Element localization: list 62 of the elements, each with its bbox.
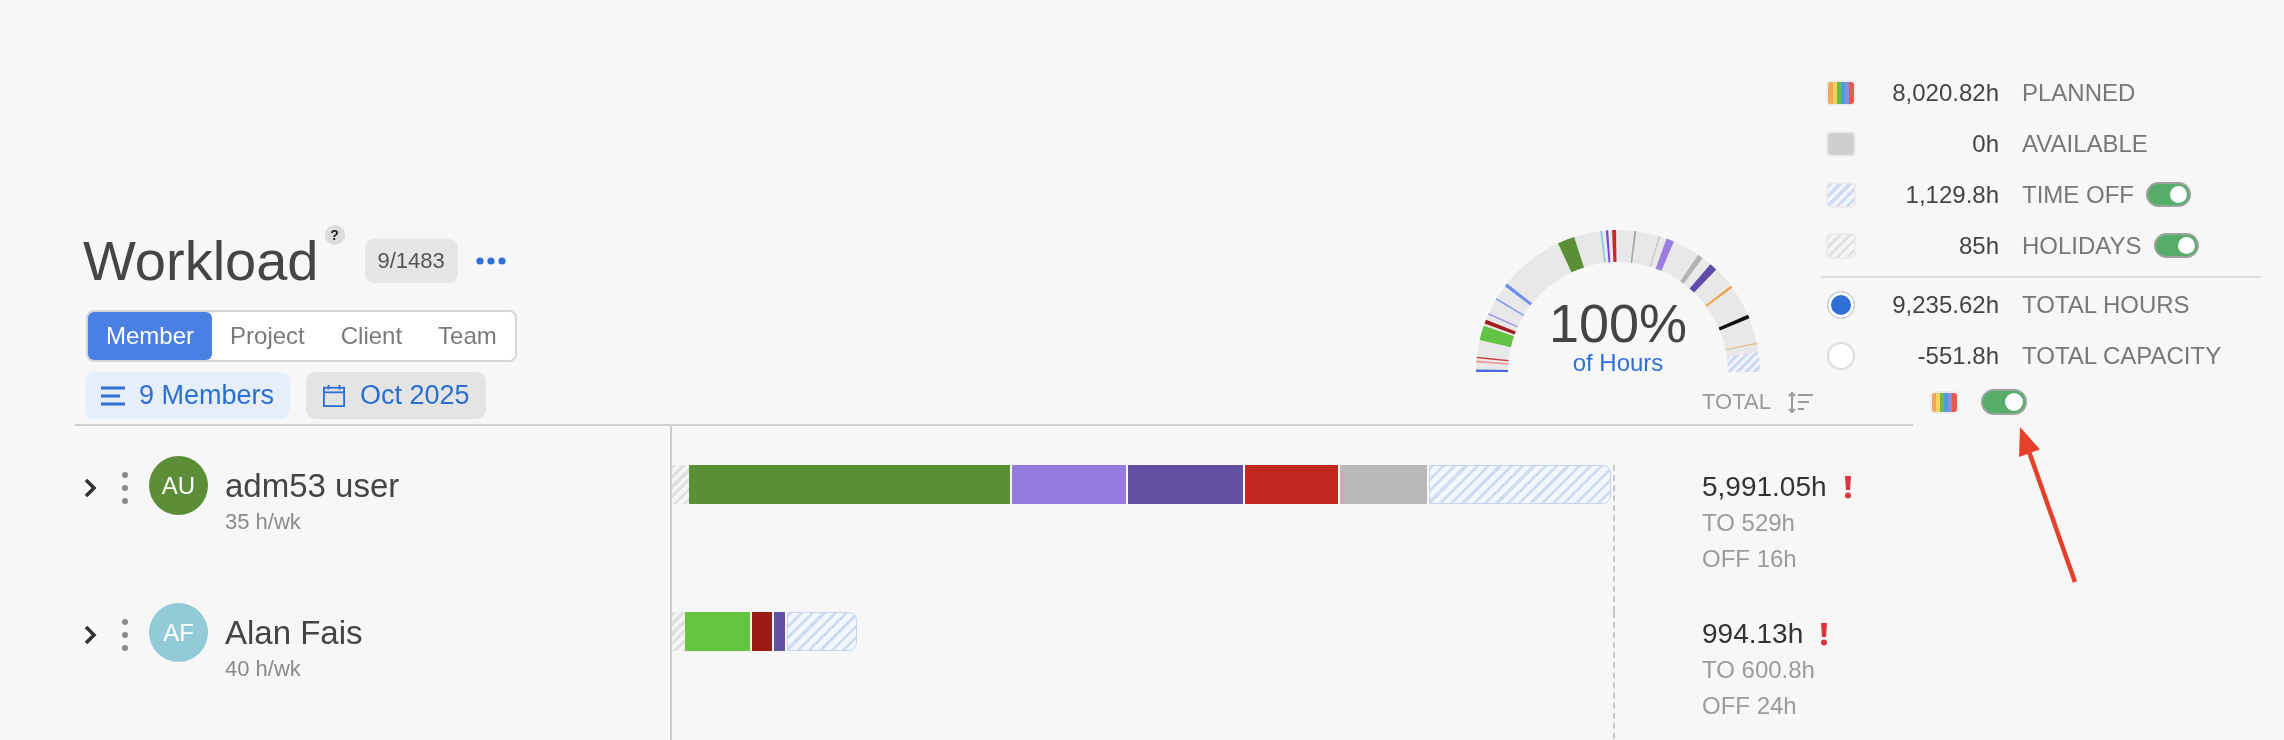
toggle-switch[interactable] [2146,182,2191,207]
hatched-swatch-icon [1826,181,1856,208]
legend-label: TIME OFF [2022,180,2134,209]
gauge-segment [1705,285,1733,307]
gauge-caption: of Hours [1572,350,1664,376]
vertical-stripes-swatch-icon [1826,79,1856,106]
gauge-segment [1558,236,1584,273]
gauge-segment [1630,230,1637,263]
chevron-right-icon[interactable] [83,478,97,498]
gauge-segment [1680,254,1703,284]
more-vertical-icon[interactable] [122,619,128,651]
vertical-stripes-swatch-icon [1930,390,1959,414]
radio-button[interactable] [1827,341,1855,370]
chevron-right-icon[interactable] [83,625,97,645]
holiday-segment [672,612,686,651]
legend-label: TOTAL HOURS [2022,290,2190,319]
toggle-switch[interactable] [1981,389,2027,415]
legend-label: AVAILABLE [2022,129,2148,158]
month-picker-button[interactable]: Oct 2025 [306,372,486,419]
weekly-capacity: 40 h/wk [225,656,301,682]
view-tab[interactable]: Member [88,312,213,360]
time-off-hours: TO 600.8h [1702,655,1815,685]
legend-label: TOTAL CAPACITY [2022,341,2222,370]
members-filter-button[interactable]: 9 Members [85,372,291,419]
weekly-capacity: 35 h/wk [225,509,301,535]
gauge-segment [1476,369,1508,372]
avatar: AU [149,456,208,515]
more-vertical-icon[interactable] [122,472,128,504]
gauge-segment [1689,264,1717,293]
gauge-segment [1504,283,1533,306]
member-name[interactable]: Alan Fais [225,614,363,652]
legend-value: 85h [1957,231,1999,260]
calendar-icon [322,384,347,407]
count-badge: 9/1483 [364,239,458,283]
radio-button[interactable] [1827,290,1855,319]
total-hours: 5,991.05h [1702,470,1827,504]
off-hours: OFF 24h [1702,691,1797,721]
legend-value: 9,235.62h [1891,290,1999,319]
gauge-percentage: 100% [1548,296,1688,350]
holiday-segment [672,465,689,504]
legend-value: -551.8h [1916,341,1999,370]
legend-label: HOLIDAYS [2022,231,2142,260]
time-off-hours: TO 529h [1702,508,1795,538]
page-title: Workload [83,231,319,291]
gauge-segment [1718,314,1750,331]
total-hours: 994.13h [1702,617,1804,651]
column-header: TOTAL [1702,389,1771,415]
legend-value: 1,129.8h [1904,180,1999,209]
gauge-segment [1495,298,1525,316]
toggle-switch[interactable] [2153,233,2199,258]
time-off-segment [786,612,858,651]
more-icon[interactable] [475,257,506,265]
sort-icon[interactable] [1787,391,1813,413]
legend-value: 0h [1971,129,1999,158]
legend-label: PLANNED [2022,78,2136,107]
avatar: AF [149,603,208,662]
help-button[interactable]: ? [324,225,345,245]
solid-swatch-icon [1826,130,1856,157]
off-hours: OFF 16h [1702,544,1797,574]
list-icon [101,384,125,407]
member-name[interactable]: adm53 user [225,467,400,505]
legend-value: 8,020.82h [1891,78,1999,107]
